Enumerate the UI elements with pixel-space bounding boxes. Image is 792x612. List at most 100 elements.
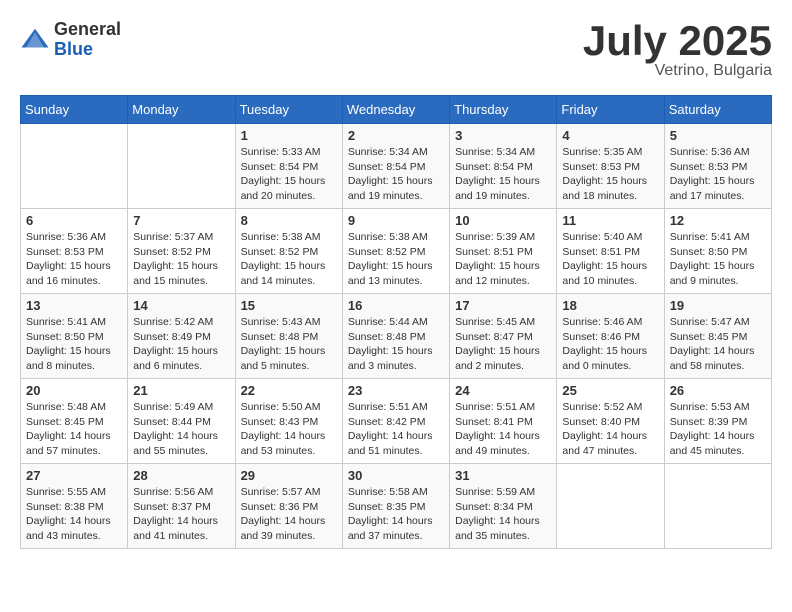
calendar-cell (21, 124, 128, 209)
calendar-cell: 8 Sunrise: 5:38 AM Sunset: 8:52 PM Daylig… (235, 209, 342, 294)
day-info: Sunrise: 5:40 AM Sunset: 8:51 PM Dayligh… (562, 230, 658, 289)
calendar-cell: 10Sunrise: 5:39 AM Sunset: 8:51 PM Dayli… (450, 209, 557, 294)
calendar-body: 1Sunrise: 5:33 AM Sunset: 8:54 PM Daylig… (21, 124, 772, 549)
day-info: Sunrise: 5:51 AM Sunset: 8:42 PM Dayligh… (348, 400, 444, 459)
day-info: Sunrise: 5:44 AM Sunset: 8:48 PM Dayligh… (348, 315, 444, 374)
calendar-cell: 27 Sunrise: 5:55 AM Sunset: 8:38 PM Dayli… (21, 464, 128, 549)
calendar-cell: 9Sunrise: 5:38 AM Sunset: 8:52 PM Daylig… (342, 209, 449, 294)
day-info: Sunrise: 5:35 AM Sunset: 8:53 PM Dayligh… (562, 145, 658, 204)
calendar-cell: 4 Sunrise: 5:35 AM Sunset: 8:53 PM Daylig… (557, 124, 664, 209)
calendar-table: SundayMondayTuesdayWednesdayThursdayFrid… (20, 95, 772, 549)
day-number: 17 (455, 298, 551, 313)
day-number: 21 (133, 383, 229, 398)
weekday-header: Monday (128, 96, 235, 124)
day-info: Sunrise: 5:34 AM Sunset: 8:54 PM Dayligh… (455, 145, 551, 204)
day-number: 1 (241, 128, 337, 143)
day-number: 25 (562, 383, 658, 398)
calendar-cell: 5 Sunrise: 5:36 AM Sunset: 8:53 PM Daylig… (664, 124, 771, 209)
calendar-cell: 6 Sunrise: 5:36 AM Sunset: 8:53 PM Daylig… (21, 209, 128, 294)
weekday-header: Thursday (450, 96, 557, 124)
day-number: 9 (348, 213, 444, 228)
day-number: 4 (562, 128, 658, 143)
day-number: 28 (133, 468, 229, 483)
day-number: 23 (348, 383, 444, 398)
calendar-week-row: 27 Sunrise: 5:55 AM Sunset: 8:38 PM Dayli… (21, 464, 772, 549)
logo-text: General Blue (54, 20, 121, 60)
calendar-cell: 13 Sunrise: 5:41 AM Sunset: 8:50 PM Dayli… (21, 294, 128, 379)
calendar-cell: 24Sunrise: 5:51 AM Sunset: 8:41 PM Dayli… (450, 379, 557, 464)
calendar-cell: 25Sunrise: 5:52 AM Sunset: 8:40 PM Dayli… (557, 379, 664, 464)
logo-icon (20, 25, 50, 55)
calendar-cell: 19 Sunrise: 5:47 AM Sunset: 8:45 PM Dayli… (664, 294, 771, 379)
calendar-week-row: 20Sunrise: 5:48 AM Sunset: 8:45 PM Dayli… (21, 379, 772, 464)
weekday-header: Wednesday (342, 96, 449, 124)
day-info: Sunrise: 5:51 AM Sunset: 8:41 PM Dayligh… (455, 400, 551, 459)
page-header: General Blue July 2025 Vetrino, Bulgaria (20, 20, 772, 80)
day-number: 31 (455, 468, 551, 483)
day-number: 7 (133, 213, 229, 228)
day-number: 5 (670, 128, 766, 143)
calendar-cell: 22Sunrise: 5:50 AM Sunset: 8:43 PM Dayli… (235, 379, 342, 464)
day-info: Sunrise: 5:37 AM Sunset: 8:52 PM Dayligh… (133, 230, 229, 289)
calendar-cell: 29Sunrise: 5:57 AM Sunset: 8:36 PM Dayli… (235, 464, 342, 549)
calendar-cell: 1Sunrise: 5:33 AM Sunset: 8:54 PM Daylig… (235, 124, 342, 209)
weekday-header: Sunday (21, 96, 128, 124)
calendar-cell: 15Sunrise: 5:43 AM Sunset: 8:48 PM Dayli… (235, 294, 342, 379)
logo-blue: Blue (54, 40, 121, 60)
day-number: 19 (670, 298, 766, 313)
calendar-week-row: 13 Sunrise: 5:41 AM Sunset: 8:50 PM Dayli… (21, 294, 772, 379)
day-number: 14 (133, 298, 229, 313)
day-info: Sunrise: 5:58 AM Sunset: 8:35 PM Dayligh… (348, 485, 444, 544)
calendar-cell (664, 464, 771, 549)
calendar-cell: 14 Sunrise: 5:42 AM Sunset: 8:49 PM Dayli… (128, 294, 235, 379)
calendar-cell: 12Sunrise: 5:41 AM Sunset: 8:50 PM Dayli… (664, 209, 771, 294)
day-info: Sunrise: 5:38 AM Sunset: 8:52 PM Dayligh… (241, 230, 337, 289)
day-info: Sunrise: 5:47 AM Sunset: 8:45 PM Dayligh… (670, 315, 766, 374)
day-number: 27 (26, 468, 122, 483)
day-number: 8 (241, 213, 337, 228)
day-number: 15 (241, 298, 337, 313)
day-number: 13 (26, 298, 122, 313)
weekday-header: Friday (557, 96, 664, 124)
calendar-header: SundayMondayTuesdayWednesdayThursdayFrid… (21, 96, 772, 124)
calendar-cell: 18 Sunrise: 5:46 AM Sunset: 8:46 PM Dayli… (557, 294, 664, 379)
day-info: Sunrise: 5:34 AM Sunset: 8:54 PM Dayligh… (348, 145, 444, 204)
calendar-cell: 7 Sunrise: 5:37 AM Sunset: 8:52 PM Daylig… (128, 209, 235, 294)
day-number: 18 (562, 298, 658, 313)
day-number: 12 (670, 213, 766, 228)
calendar-cell: 11 Sunrise: 5:40 AM Sunset: 8:51 PM Dayli… (557, 209, 664, 294)
calendar-cell: 3 Sunrise: 5:34 AM Sunset: 8:54 PM Daylig… (450, 124, 557, 209)
calendar-cell: 23 Sunrise: 5:51 AM Sunset: 8:42 PM Dayli… (342, 379, 449, 464)
calendar-cell: 31Sunrise: 5:59 AM Sunset: 8:34 PM Dayli… (450, 464, 557, 549)
calendar-week-row: 6 Sunrise: 5:36 AM Sunset: 8:53 PM Daylig… (21, 209, 772, 294)
calendar-cell: 2 Sunrise: 5:34 AM Sunset: 8:54 PM Daylig… (342, 124, 449, 209)
weekday-header: Tuesday (235, 96, 342, 124)
day-number: 3 (455, 128, 551, 143)
weekday-row: SundayMondayTuesdayWednesdayThursdayFrid… (21, 96, 772, 124)
calendar-cell: 20Sunrise: 5:48 AM Sunset: 8:45 PM Dayli… (21, 379, 128, 464)
day-number: 6 (26, 213, 122, 228)
day-info: Sunrise: 5:50 AM Sunset: 8:43 PM Dayligh… (241, 400, 337, 459)
day-info: Sunrise: 5:41 AM Sunset: 8:50 PM Dayligh… (26, 315, 122, 374)
day-info: Sunrise: 5:36 AM Sunset: 8:53 PM Dayligh… (26, 230, 122, 289)
calendar-cell: 16Sunrise: 5:44 AM Sunset: 8:48 PM Dayli… (342, 294, 449, 379)
calendar-cell (128, 124, 235, 209)
logo: General Blue (20, 20, 121, 60)
calendar-cell: 28 Sunrise: 5:56 AM Sunset: 8:37 PM Dayli… (128, 464, 235, 549)
day-number: 10 (455, 213, 551, 228)
day-number: 29 (241, 468, 337, 483)
calendar-cell: 17Sunrise: 5:45 AM Sunset: 8:47 PM Dayli… (450, 294, 557, 379)
day-info: Sunrise: 5:42 AM Sunset: 8:49 PM Dayligh… (133, 315, 229, 374)
title-block: July 2025 Vetrino, Bulgaria (583, 20, 772, 80)
day-info: Sunrise: 5:48 AM Sunset: 8:45 PM Dayligh… (26, 400, 122, 459)
day-number: 2 (348, 128, 444, 143)
day-info: Sunrise: 5:55 AM Sunset: 8:38 PM Dayligh… (26, 485, 122, 544)
day-info: Sunrise: 5:49 AM Sunset: 8:44 PM Dayligh… (133, 400, 229, 459)
calendar-week-row: 1Sunrise: 5:33 AM Sunset: 8:54 PM Daylig… (21, 124, 772, 209)
calendar-cell: 30Sunrise: 5:58 AM Sunset: 8:35 PM Dayli… (342, 464, 449, 549)
day-info: Sunrise: 5:46 AM Sunset: 8:46 PM Dayligh… (562, 315, 658, 374)
day-info: Sunrise: 5:53 AM Sunset: 8:39 PM Dayligh… (670, 400, 766, 459)
day-number: 11 (562, 213, 658, 228)
day-info: Sunrise: 5:56 AM Sunset: 8:37 PM Dayligh… (133, 485, 229, 544)
day-info: Sunrise: 5:36 AM Sunset: 8:53 PM Dayligh… (670, 145, 766, 204)
